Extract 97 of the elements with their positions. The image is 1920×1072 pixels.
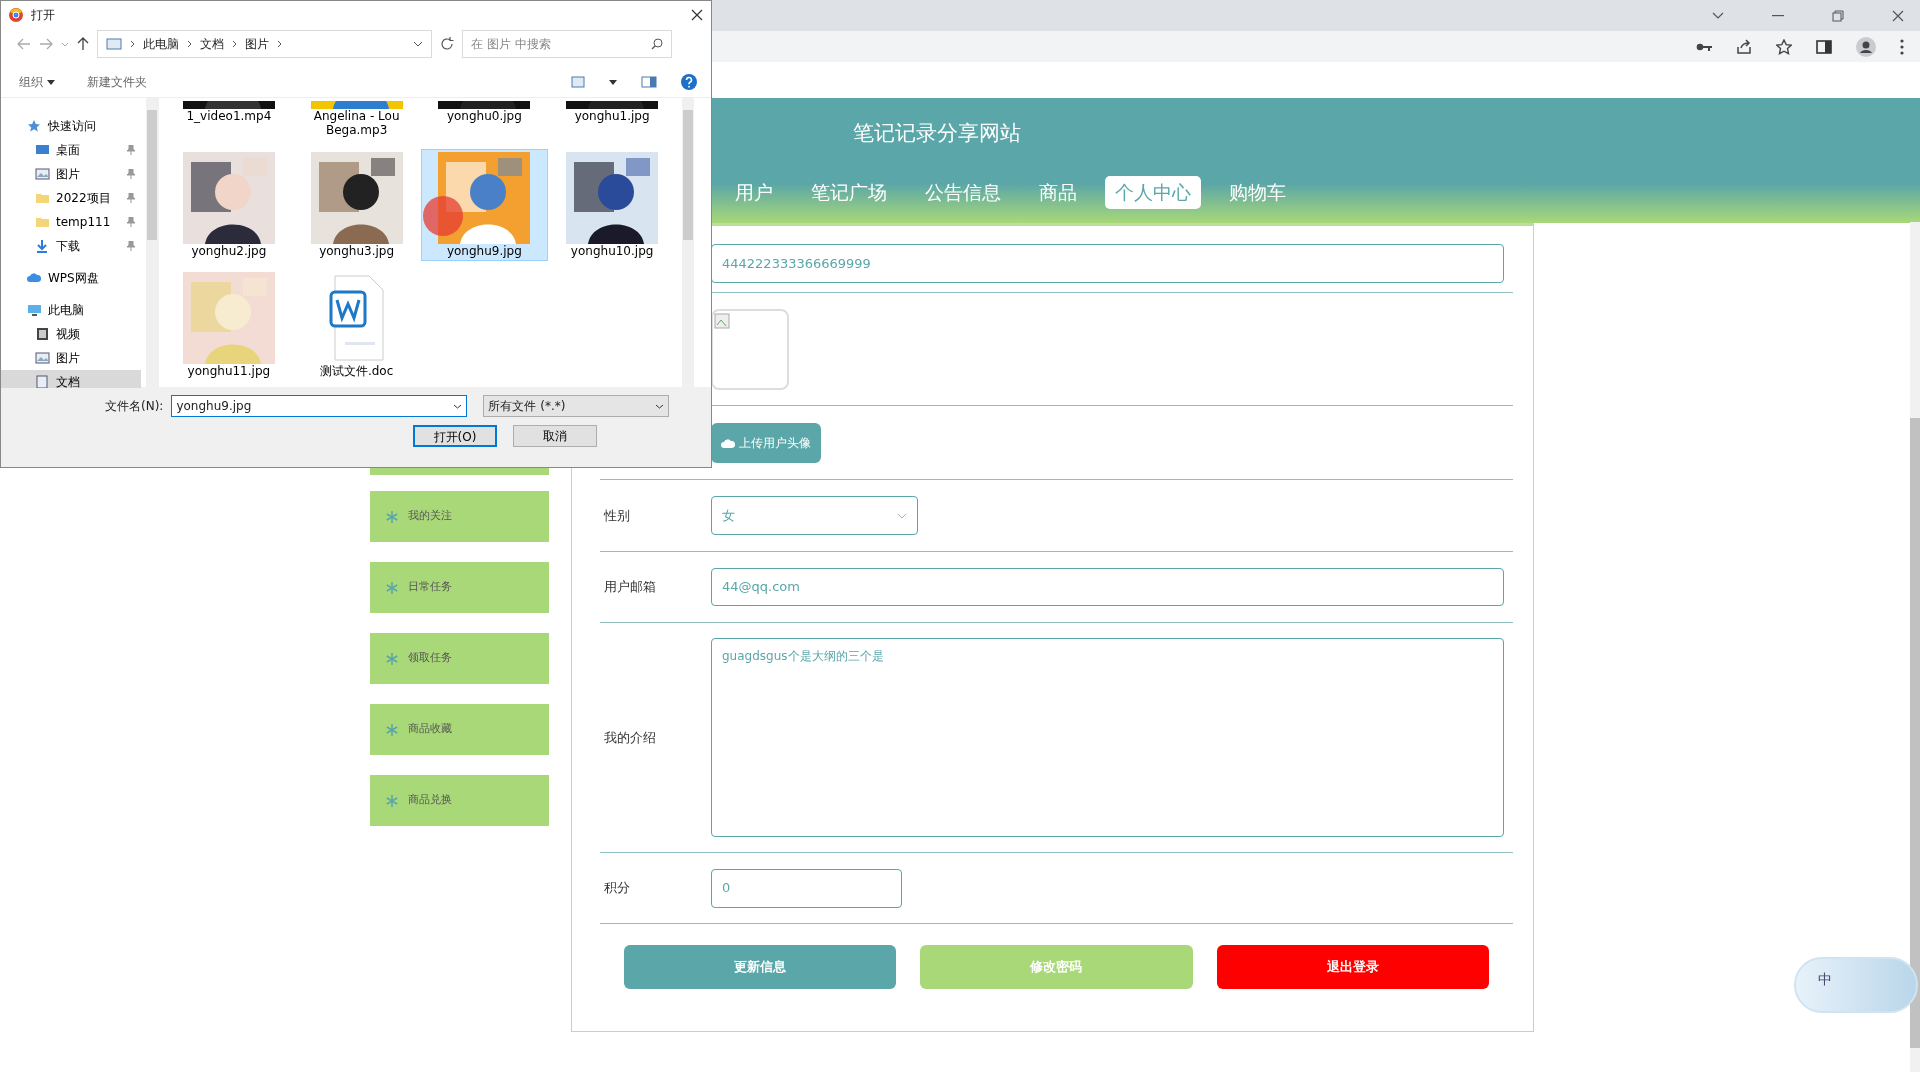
snowflake-icon — [386, 581, 398, 594]
film-icon — [35, 327, 50, 341]
share-icon[interactable] — [1736, 38, 1752, 55]
ime-toolbar[interactable]: 中 — [1794, 957, 1918, 1013]
minimize-icon[interactable] — [1772, 14, 1784, 17]
file-item[interactable]: 1_video1.mp4 — [165, 98, 293, 141]
computer-icon — [27, 303, 42, 317]
nav-item[interactable]: 桌面 — [1, 138, 141, 162]
file-item[interactable]: yonghu9.jpg — [420, 148, 549, 262]
browser-logo-icon — [9, 8, 23, 22]
star-icon[interactable] — [1776, 38, 1792, 55]
restore-icon[interactable] — [1832, 9, 1844, 22]
sidebar-item[interactable]: 日常任务 — [370, 562, 549, 613]
download-icon — [35, 239, 50, 253]
breadcrumb-item[interactable]: 文档 — [200, 35, 224, 53]
chevron-down-icon — [897, 512, 907, 519]
field-label: 积分 — [603, 879, 631, 898]
profile-icon[interactable] — [1856, 36, 1876, 57]
scrollbar[interactable] — [682, 98, 694, 387]
breadcrumb-item[interactable]: 此电脑 — [143, 35, 179, 53]
help-icon[interactable] — [681, 74, 697, 90]
folder-icon — [35, 191, 50, 205]
dialog-button[interactable]: 取消 — [513, 425, 597, 447]
organize-menu[interactable]: 组织 — [15, 73, 59, 91]
monitor-icon — [35, 143, 50, 157]
snowflake-icon — [386, 794, 398, 807]
snowflake-icon — [386, 723, 398, 736]
caret-icon[interactable] — [413, 41, 423, 47]
file-item[interactable]: yonghu10.jpg — [548, 148, 676, 262]
caret-icon — [655, 403, 665, 409]
file-item[interactable]: 测试文件.doc — [292, 269, 421, 382]
folder-icon — [106, 38, 122, 50]
sidebar-item[interactable]: 商品兑换 — [370, 775, 549, 826]
chevron-right-icon — [277, 40, 282, 48]
cloud-upload-icon — [721, 437, 735, 448]
site-title: 笔记记录分享网站 — [853, 120, 1022, 147]
scrollbar[interactable] — [146, 98, 159, 388]
nav-item[interactable]: 快速访问 — [1, 114, 141, 138]
chevron-right-icon — [232, 40, 237, 48]
scrollbar-thumb[interactable] — [1910, 418, 1920, 1048]
scrollbar-thumb[interactable] — [147, 110, 157, 240]
field-label: 性别 — [603, 506, 631, 525]
file-item[interactable]: yonghu3.jpg — [292, 148, 421, 262]
nav-item[interactable]: 图片 — [1, 162, 141, 186]
cloud-icon — [27, 271, 42, 285]
ime-mode-label: 中 — [1818, 971, 1832, 987]
chevron-down-icon[interactable] — [1712, 11, 1724, 20]
nav-item[interactable]: 此电脑 — [1, 298, 141, 322]
star-icon — [27, 119, 42, 133]
refresh-icon[interactable] — [440, 37, 454, 51]
nav-item[interactable]: WPS网盘 — [1, 266, 141, 290]
file-item[interactable]: yonghu2.jpg — [165, 148, 293, 262]
caret-icon — [47, 79, 55, 85]
up-arrow-icon[interactable] — [77, 37, 89, 51]
close-icon[interactable] — [1892, 9, 1904, 22]
filename-label: 文件名(N): — [105, 398, 164, 415]
file-item[interactable]: yonghu1.jpg — [548, 98, 676, 141]
new-folder-button[interactable]: 新建文件夹 — [83, 73, 151, 91]
snowflake-icon — [386, 652, 398, 665]
file-item[interactable]: yonghu0.jpg — [420, 98, 549, 141]
nav-item[interactable]: 视频 — [1, 322, 141, 346]
nav-item[interactable]: 2022项目 — [1, 186, 141, 210]
file-item[interactable]: yonghu11.jpg — [165, 269, 293, 382]
field-label: 用户邮箱 — [603, 578, 657, 597]
scrollbar-thumb[interactable] — [683, 110, 693, 240]
action-button[interactable]: 退出登录 — [1216, 945, 1489, 989]
nav-item[interactable]: 图片 — [1, 346, 141, 370]
nav-item[interactable]: 文档 — [1, 370, 141, 388]
close-icon[interactable] — [691, 9, 703, 21]
caret-icon[interactable] — [609, 79, 617, 85]
preview-pane-icon[interactable] — [641, 76, 657, 88]
dialog-button[interactable]: 打开(O) — [413, 425, 497, 447]
sidebar-item[interactable]: 领取任务 — [370, 633, 549, 684]
nav-item[interactable]: temp111 — [1, 210, 141, 234]
breadcrumb-item[interactable]: 图片 — [245, 35, 269, 53]
sidebar-item[interactable]: 商品收藏 — [370, 704, 549, 755]
picture-folder-icon — [35, 167, 50, 181]
field-label: 我的介绍 — [603, 728, 657, 747]
key-icon[interactable] — [1696, 41, 1712, 52]
file-type-select[interactable]: 所有文件 (*.*) — [483, 395, 670, 417]
chevron-right-icon — [187, 40, 192, 48]
filename-field[interactable]: yonghu9.jpg — [171, 395, 468, 417]
sidebar-item[interactable]: 我的关注 — [370, 491, 549, 542]
search-icon — [651, 38, 663, 50]
picture-folder-icon — [35, 351, 50, 365]
folder-icon — [35, 215, 50, 229]
side-panel-icon[interactable] — [1816, 39, 1832, 54]
search-field[interactable]: 在 图片 中搜索 — [462, 30, 672, 58]
nav-item[interactable]: 下载 — [1, 234, 141, 258]
menu-icon[interactable] — [1900, 38, 1904, 55]
snowflake-icon — [386, 510, 398, 523]
dialog-title: 打开 — [31, 7, 55, 24]
caret-icon — [453, 403, 463, 409]
address-bar[interactable]: 此电脑 文档 图片 — [97, 30, 432, 58]
scrollbar[interactable] — [1910, 222, 1920, 1072]
chevron-right-icon — [130, 40, 135, 48]
file-item[interactable]: Angelina - Lou Bega.mp3 — [292, 98, 421, 141]
